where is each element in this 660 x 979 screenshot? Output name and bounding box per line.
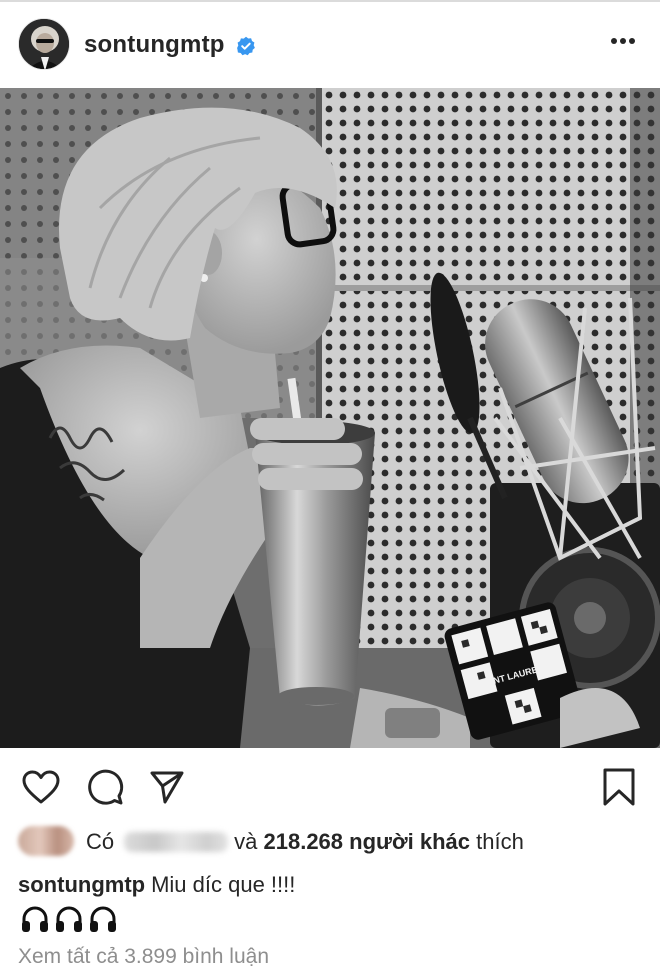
more-options-icon[interactable] bbox=[608, 26, 638, 56]
liker-avatars-blurred[interactable] bbox=[18, 826, 74, 856]
caption-username[interactable]: sontungmtp bbox=[18, 872, 145, 897]
comment-icon bbox=[88, 769, 124, 805]
likes-text: Có và 218.268 người khác thích bbox=[86, 829, 524, 855]
comment-button[interactable] bbox=[84, 766, 126, 808]
likes-connector: và bbox=[234, 829, 258, 854]
likes-count[interactable]: 218.268 bbox=[264, 829, 344, 854]
post-username[interactable]: sontungmtp bbox=[84, 31, 225, 59]
likes-prefix: Có bbox=[86, 829, 115, 854]
post-caption: sontungmtp Miu díc que !!!! bbox=[18, 872, 295, 898]
avatar[interactable] bbox=[18, 18, 70, 70]
likes-others[interactable]: người khác bbox=[349, 829, 470, 854]
post-header: sontungmtp bbox=[0, 14, 660, 76]
share-button[interactable] bbox=[146, 766, 188, 808]
save-button[interactable] bbox=[598, 766, 640, 808]
likes-row: Có và 218.268 người khác thích bbox=[18, 822, 648, 862]
bookmark-icon bbox=[603, 768, 635, 806]
post-action-bar bbox=[0, 756, 660, 816]
headphones-icon bbox=[90, 906, 116, 932]
frame-border bbox=[0, 0, 660, 2]
view-all-comments-link[interactable]: Xem tất cả 3.899 bình luận bbox=[18, 945, 269, 969]
post-photo[interactable]: SAINT LAURENT bbox=[0, 88, 660, 748]
headphones-icon bbox=[22, 906, 48, 932]
send-icon bbox=[150, 771, 184, 804]
likes-suffix: thích bbox=[476, 829, 524, 854]
caption-emojis bbox=[20, 904, 118, 936]
caption-text: Miu díc que !!!! bbox=[151, 872, 296, 897]
headphones-icon bbox=[56, 906, 82, 932]
blurred-liker-name[interactable] bbox=[124, 832, 229, 852]
like-button[interactable] bbox=[20, 766, 62, 808]
heart-icon bbox=[22, 770, 60, 804]
verified-badge-icon bbox=[237, 36, 255, 56]
